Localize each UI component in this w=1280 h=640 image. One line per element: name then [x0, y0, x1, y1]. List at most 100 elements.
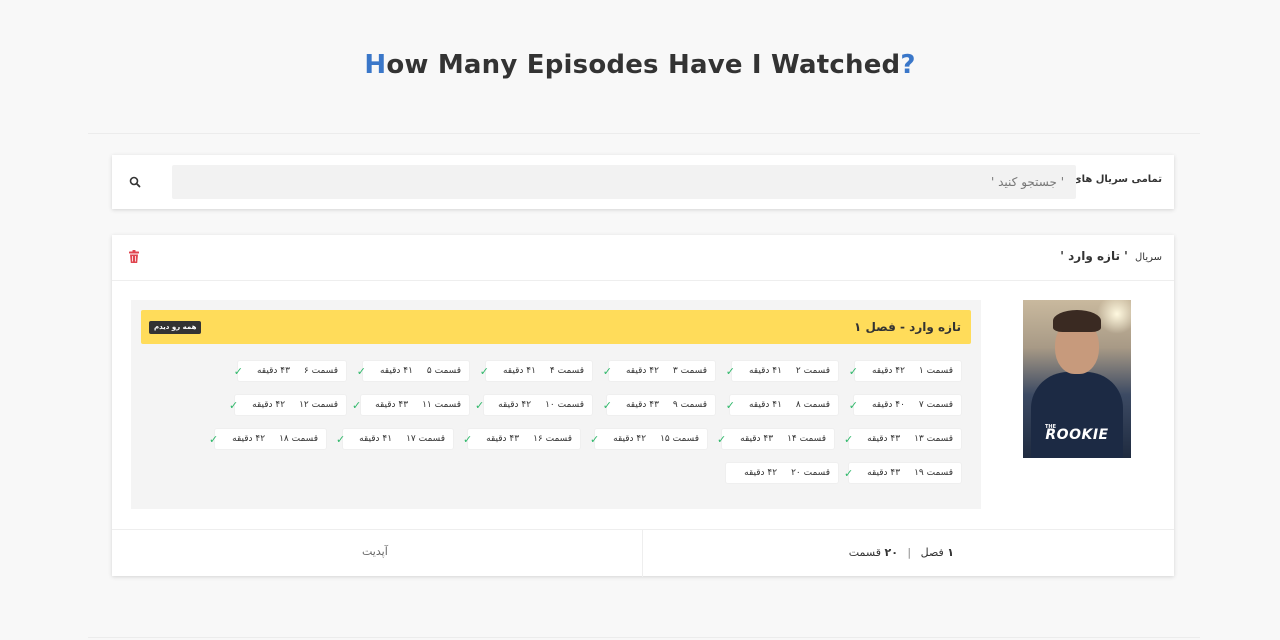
check-icon[interactable]: ✓	[475, 400, 484, 411]
check-icon[interactable]: ✓	[844, 468, 853, 479]
episode-item[interactable]: قسمت ۱۹ ۴۳ دقیقه ✓	[844, 463, 961, 483]
episode-duration: ۴۳ دقیقه	[625, 400, 659, 410]
search-input[interactable]	[172, 165, 1076, 199]
footer-divider	[642, 530, 643, 577]
episode-duration: ۴۳ دقیقه	[256, 366, 290, 376]
episode-label: قسمت ۱۳	[914, 434, 953, 444]
check-icon[interactable]: ✓	[726, 366, 735, 377]
poster-uniform	[1031, 372, 1123, 458]
poster-hair	[1053, 310, 1101, 332]
episode-duration: ۴۳ دقیقه	[486, 434, 520, 444]
episode-label: قسمت ۸	[795, 400, 830, 410]
episode-duration: ۴۱ دقیقه	[748, 400, 782, 410]
episode-label: قسمت ۳	[672, 366, 707, 376]
episodes-count: ۲۰	[884, 546, 898, 559]
check-icon[interactable]: ✓	[849, 400, 858, 411]
check-icon[interactable]: ✓	[717, 434, 726, 445]
episode-item[interactable]: قسمت ۶ ۴۳ دقیقه ✓	[234, 361, 346, 381]
episode-item[interactable]: قسمت ۱۰ ۴۲ دقیقه ✓	[475, 395, 592, 415]
poster-sun	[1097, 300, 1131, 334]
episode-item[interactable]: قسمت ۱۵ ۴۲ دقیقه ✓	[590, 429, 707, 449]
check-icon[interactable]: ✓	[849, 366, 858, 377]
episode-label: قسمت ۱۰	[545, 400, 584, 410]
episode-duration: ۴۳ دقیقه	[867, 468, 901, 478]
check-icon[interactable]: ✓	[234, 366, 243, 377]
episode-item[interactable]: قسمت ۹ ۴۳ دقیقه ✓	[603, 395, 715, 415]
check-icon[interactable]: ✓	[336, 434, 345, 445]
episode-duration: ۴۲ دقیقه	[871, 366, 905, 376]
check-icon[interactable]: ✓	[603, 400, 612, 411]
page-title: How Many Episodes Have I Watched?	[0, 50, 1280, 80]
seasons-count: ۱	[947, 546, 954, 559]
show-prefix: سریال	[1135, 252, 1162, 263]
episodes-label: قسمت	[848, 546, 881, 559]
check-icon[interactable]: ✓	[357, 366, 366, 377]
episode-item[interactable]: قسمت ۲۰ ۴۲ دقیقه	[726, 463, 838, 483]
episode-label: قسمت ۹	[672, 400, 707, 410]
bottom-divider	[88, 637, 1200, 638]
search-icon[interactable]	[128, 175, 142, 189]
episode-label: قسمت ۶	[303, 366, 338, 376]
check-icon[interactable]: ✓	[590, 434, 599, 445]
episode-item[interactable]: قسمت ۱۲ ۴۲ دقیقه ✓	[229, 395, 346, 415]
top-divider	[88, 133, 1200, 134]
episode-item[interactable]: قسمت ۱۸ ۴۲ دقیقه ✓	[209, 429, 326, 449]
season-box: تازه وارد - فصل ۱ همه رو دیدم قسمت ۱ ۴۲ د…	[131, 300, 981, 509]
season-title: تازه وارد - فصل ۱	[853, 320, 961, 334]
search-card: تمامی سریال های نماوا	[112, 155, 1174, 209]
episode-label: قسمت ۵	[426, 366, 461, 376]
episode-label: قسمت ۱	[918, 366, 953, 376]
title-text: ow Many Episodes Have I Watched	[386, 50, 901, 80]
episode-item[interactable]: قسمت ۸ ۴۱ دقیقه ✓	[726, 395, 838, 415]
episode-duration: ۴۲ دقیقه	[252, 400, 286, 410]
check-icon[interactable]: ✓	[463, 434, 472, 445]
check-icon[interactable]: ✓	[603, 366, 612, 377]
episode-duration: ۴۰ دقیقه	[871, 400, 905, 410]
episode-label: قسمت ۱۱	[422, 400, 461, 410]
episode-duration: ۴۳ دقیقه	[375, 400, 409, 410]
episode-duration: ۴۱ دقیقه	[379, 366, 413, 376]
episode-duration: ۴۲ دقیقه	[625, 366, 659, 376]
check-icon[interactable]: ✓	[229, 400, 238, 411]
episode-item[interactable]: قسمت ۱۶ ۴۳ دقیقه ✓	[463, 429, 580, 449]
episode-item[interactable]: قسمت ۴ ۴۱ دقیقه ✓	[480, 361, 592, 381]
episode-label: قسمت ۴	[549, 366, 584, 376]
episode-item[interactable]: قسمت ۷ ۴۰ دقیقه ✓	[849, 395, 961, 415]
check-icon[interactable]: ✓	[352, 400, 361, 411]
check-icon[interactable]: ✓	[844, 434, 853, 445]
show-card: سریال ' تازه وارد ' THE ROOKIE تازه وارد…	[112, 235, 1174, 577]
episode-item[interactable]: قسمت ۱ ۴۲ دقیقه ✓	[849, 361, 961, 381]
episode-item[interactable]: قسمت ۱۱ ۴۳ دقیقه ✓	[352, 395, 469, 415]
show-poster[interactable]: THE ROOKIE	[1023, 300, 1131, 458]
episode-label: قسمت ۱۶	[533, 434, 572, 444]
season-header: تازه وارد - فصل ۱ همه رو دیدم	[141, 310, 971, 344]
episode-item[interactable]: قسمت ۱۷ ۴۱ دقیقه ✓	[336, 429, 453, 449]
episode-label: قسمت ۱۹	[914, 468, 953, 478]
check-icon[interactable]: ✓	[480, 366, 489, 377]
episode-duration: ۴۱ دقیقه	[502, 366, 536, 376]
episode-label: قسمت ۱۸	[279, 434, 318, 444]
episode-label: قسمت ۱۲	[299, 400, 338, 410]
episode-item[interactable]: قسمت ۱۳ ۴۳ دقیقه ✓	[844, 429, 961, 449]
check-icon[interactable]: ✓	[726, 400, 735, 411]
episode-duration: ۴۳ دقیقه	[867, 434, 901, 444]
episode-duration: ۴۲ دقیقه	[744, 468, 778, 478]
episode-label: قسمت ۲۰	[791, 468, 830, 478]
episode-label: قسمت ۱۴	[787, 434, 826, 444]
episode-item[interactable]: قسمت ۳ ۴۲ دقیقه ✓	[603, 361, 715, 381]
check-icon[interactable]: ✓	[209, 434, 218, 445]
episode-duration: ۴۲ دقیقه	[498, 400, 532, 410]
seen-all-button[interactable]: همه رو دیدم	[149, 321, 202, 334]
show-footer: ۱ فصل | ۲۰ قسمت آپدیت	[112, 529, 1174, 577]
episode-duration: ۴۳ دقیقه	[740, 434, 774, 444]
episode-item[interactable]: قسمت ۱۴ ۴۳ دقیقه ✓	[717, 429, 834, 449]
update-button[interactable]: آپدیت	[362, 545, 388, 558]
trash-icon[interactable]	[128, 250, 140, 264]
episode-item[interactable]: قسمت ۲ ۴۱ دقیقه ✓	[726, 361, 838, 381]
episode-item[interactable]: قسمت ۵ ۴۱ دقیقه ✓	[357, 361, 469, 381]
episode-label: قسمت ۲	[795, 366, 830, 376]
episode-label: قسمت ۷	[918, 400, 953, 410]
title-accent-letter: H	[364, 50, 387, 80]
poster-title: ROOKIE	[1045, 427, 1109, 443]
show-header-text: سریال ' تازه وارد '	[1060, 249, 1162, 263]
